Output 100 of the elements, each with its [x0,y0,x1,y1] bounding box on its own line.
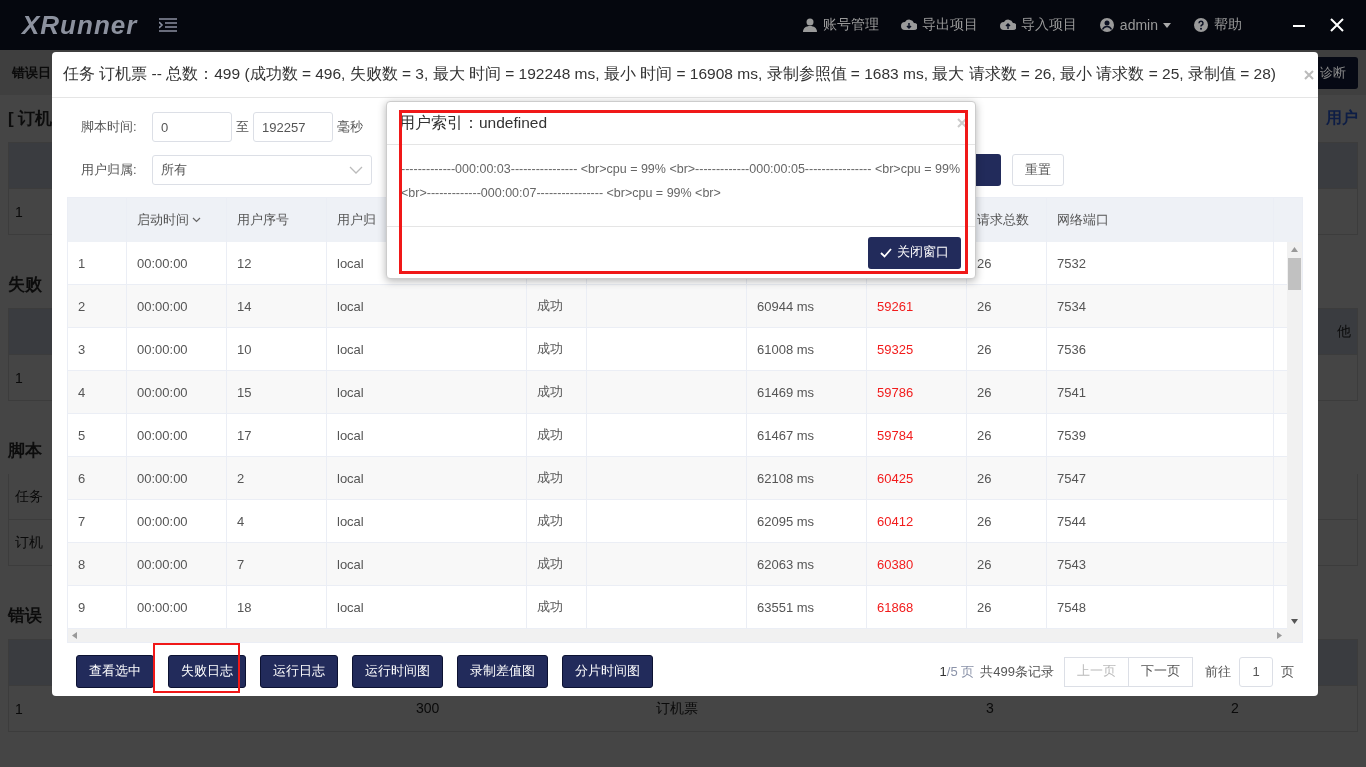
time-from-field[interactable]: 0 [152,112,232,142]
status: 成功 [537,512,563,530]
column-header[interactable]: 请求总数 [977,211,1029,229]
start-time: 00:00:00 [137,255,188,271]
user-number: 10 [237,341,252,357]
diff-value: 59261 [877,298,914,314]
menu-item[interactable]: 导出项目 [900,16,978,34]
account-icon [1098,17,1115,33]
request-count: 26 [977,384,992,400]
user-owner: local [337,470,364,486]
status: 成功 [537,426,563,444]
row-number: 6 [78,470,86,486]
record-count: 共499条记录 [980,662,1054,681]
column-header[interactable]: 网络端口 [1057,211,1109,229]
action-button[interactable]: 失败日志 [168,655,246,688]
section-title: 脚本 [8,440,42,462]
action-button[interactable]: 分片时间图 [562,655,653,688]
table-cell: 1 [15,203,23,220]
scroll-left-icon[interactable] [72,632,77,639]
help-icon [1193,17,1209,33]
menu-item[interactable]: 账号管理 [801,16,879,34]
user-owner: local [337,384,364,400]
cloud-upload-icon [999,17,1016,33]
next-page-button[interactable]: 下一页 [1129,656,1193,687]
scroll-down-icon[interactable] [1291,619,1298,624]
action-button[interactable]: 录制差值图 [457,655,548,688]
user-number: 14 [237,298,252,314]
current-page: 1 [939,664,947,679]
menu-item[interactable]: 导入项目 [999,16,1077,34]
scroll-thumb[interactable] [1288,258,1301,290]
request-count: 26 [977,298,992,314]
check-icon [880,247,892,258]
page-total: /5 页 [946,662,975,681]
user-owner: local [337,298,364,314]
run-time: 61467 ms [757,427,815,443]
section-title: [ 订机 [8,108,53,130]
page-input[interactable]: 1 [1239,656,1273,687]
user-owner: local [337,427,364,443]
cloud-download-icon [900,17,917,33]
dialog-title: 任务 订机票 -- 总数：499 (成功数 = 496, 失败数 = 3, 最大 时间 = 192248 ms, 最小 时间 = 16908 ms, 录制参照值 = 1683 ms, 最大 请求数 = 26, 最小 请求数 = 25, 录制值 = 28) [63,64,1276,84]
table-cell: 任务 [15,487,43,506]
column-header[interactable]: 启动时间 [137,211,189,229]
section-title: 失败 [8,274,42,296]
user-number: 12 [237,255,252,271]
user-number: 18 [237,599,252,615]
horizontal-scrollbar[interactable] [68,629,1302,642]
chevron-icon [349,166,363,174]
request-count: 26 [977,341,992,357]
row-number: 7 [78,513,86,529]
user-owner: local [337,513,364,529]
action-button[interactable]: 运行时间图 [352,655,443,688]
start-time: 00:00:00 [137,599,188,615]
diff-value: 59786 [877,384,914,400]
network-port: 7544 [1057,513,1086,529]
start-time: 00:00:00 [137,298,188,314]
run-time: 63551 ms [757,599,815,615]
column-header[interactable]: 用户归 [337,211,376,229]
start-time: 00:00:00 [137,556,188,572]
request-count: 26 [977,513,992,529]
row-number: 8 [78,556,86,572]
table-cell: 1 [15,369,23,386]
network-port: 7536 [1057,341,1086,357]
close-window-button[interactable]: 关闭窗口 [868,236,961,269]
scroll-right-icon[interactable] [1277,632,1282,639]
start-time: 00:00:00 [137,384,188,400]
action-button[interactable]: 查看选中 [76,655,154,688]
start-time: 00:00:00 [137,470,188,486]
user-icon [801,17,818,33]
status: 成功 [537,598,563,616]
network-port: 7543 [1057,556,1086,572]
user-owner: local [337,599,364,615]
diff-value: 59325 [877,341,914,357]
page-unit: 页 [1281,662,1294,681]
logo: XRunner [22,9,138,41]
menu-icon[interactable] [159,18,178,32]
run-time: 62108 ms [757,470,815,486]
table-cell-text: 300 [416,699,441,718]
time-to-field[interactable]: 192257 [253,112,333,142]
start-time: 00:00:00 [137,513,188,529]
run-time: 62063 ms [757,556,815,572]
sort-icon[interactable] [192,217,201,223]
vertical-scrollbar[interactable] [1287,242,1302,629]
diff-value: 60425 [877,470,914,486]
diff-value: 60380 [877,556,914,572]
request-count: 26 [977,255,992,271]
run-time: 60944 ms [757,298,815,314]
scroll-up-icon[interactable] [1291,247,1298,252]
action-button[interactable]: 运行日志 [260,655,338,688]
request-count: 26 [977,427,992,443]
reset-button[interactable]: 重置 [1012,154,1064,186]
column-header[interactable]: 用户序号 [237,211,289,229]
menu-item[interactable]: 帮助 [1193,16,1242,34]
row-number: 3 [78,341,86,357]
menu-item[interactable]: admin [1098,17,1171,33]
user-number: 15 [237,384,252,400]
owner-select[interactable]: 所有 [152,155,372,185]
table-cell: 订机 [15,533,43,552]
user-number: 2 [237,470,245,486]
field-label: 用户归属: [80,161,138,179]
diff-value: 59784 [877,427,914,443]
